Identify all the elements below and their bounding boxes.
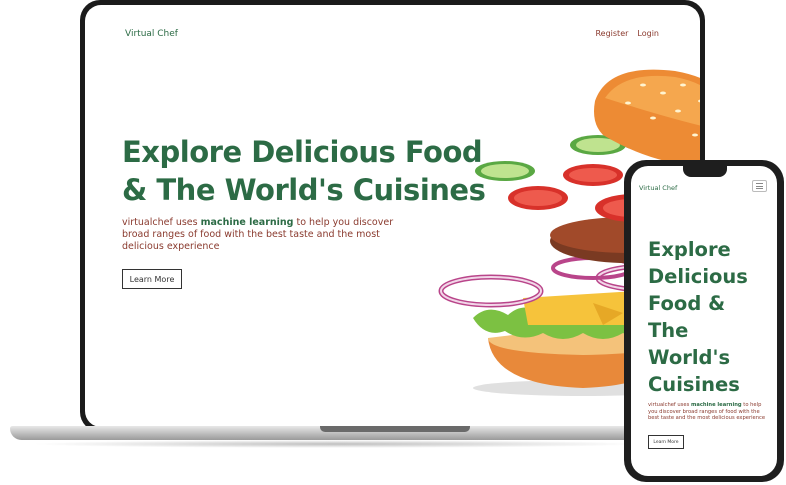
laptop-screen: Virtual Chef Register Login Explore Deli… <box>85 5 700 427</box>
hero-desc-highlight: machine learning <box>200 217 294 228</box>
learn-more-button[interactable]: Learn More <box>122 269 182 289</box>
phone-screen: Virtual Chef Explore Delicious Food & Th… <box>631 166 777 476</box>
mobile-desc-highlight: machine learning <box>690 402 742 408</box>
mobile-hero-title: Explore Delicious Food & The World's Cui… <box>648 236 768 398</box>
mobile-hero-description: virtualchef uses machine learning to hel… <box>648 402 766 422</box>
mobile-title-line-1: Explore <box>648 238 731 261</box>
hero-description: virtualchef uses machine learning to hel… <box>122 217 402 253</box>
laptop-notch <box>320 426 470 432</box>
laptop-base <box>10 426 662 440</box>
laptop-shadow <box>30 440 642 448</box>
mobile-title-line-4: The <box>648 319 689 342</box>
mobile-desc-prefix: virtualchef uses <box>648 402 691 408</box>
hero-title-line-1: Explore Delicious Food <box>122 135 483 169</box>
mobile-title-line-3: Food & <box>648 292 726 315</box>
mobile-brand-logo[interactable]: Virtual Chef <box>639 184 677 192</box>
phone-notch <box>683 166 727 177</box>
mobile-title-line-6: Cuisines <box>648 373 740 396</box>
hero-title-line-2: & The World's Cuisines <box>122 173 486 207</box>
top-nav: Register Login <box>595 29 659 38</box>
mobile-title-line-5: World's <box>648 346 731 369</box>
brand-logo[interactable]: Virtual Chef <box>125 29 178 39</box>
mobile-title-line-2: Delicious <box>648 265 748 288</box>
register-link[interactable]: Register <box>595 29 628 38</box>
hamburger-menu-icon[interactable] <box>752 180 767 192</box>
login-link[interactable]: Login <box>637 29 659 38</box>
hero-desc-prefix: virtualchef uses <box>122 217 201 228</box>
hero-title: Explore Delicious Food & The World's Cui… <box>122 133 492 209</box>
mobile-learn-more-button[interactable]: Learn More <box>648 435 684 449</box>
